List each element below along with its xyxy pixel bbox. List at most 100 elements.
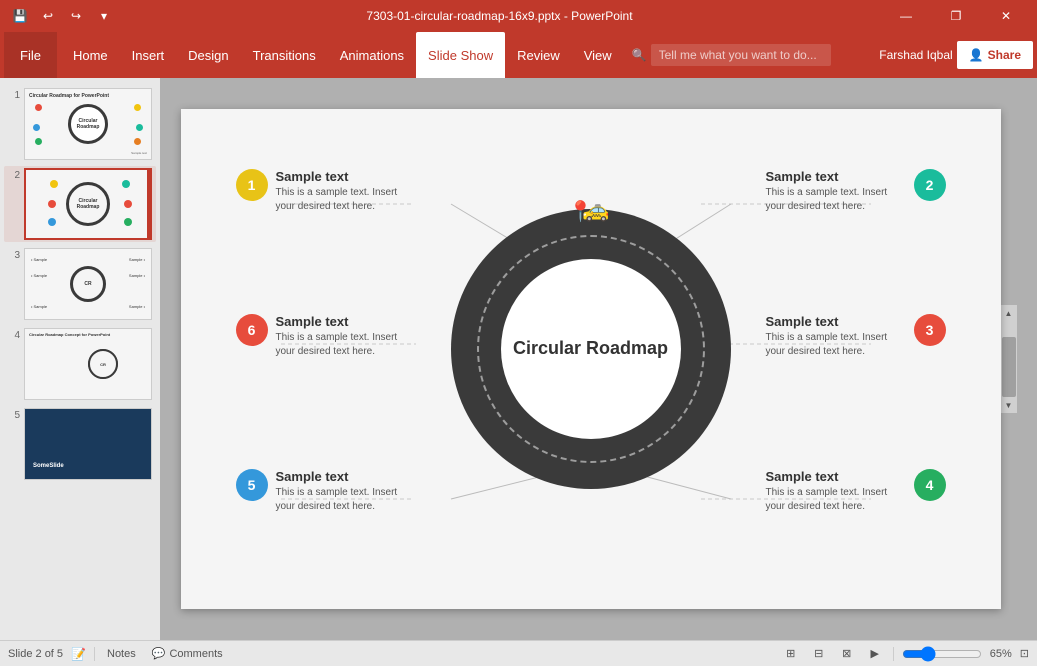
search-icon: 🔍 — [632, 48, 647, 62]
item-desc-2: This is a sample text. Insert your desir… — [766, 186, 906, 214]
slide-number-2: 2 — [6, 168, 20, 181]
customize-icon[interactable]: ▾ — [92, 4, 116, 28]
road-inner: Circular Roadmap — [501, 259, 681, 439]
restore-button[interactable]: ❐ — [933, 0, 979, 32]
slide-number-5: 5 — [6, 408, 20, 421]
scroll-down-button[interactable]: ▼ — [1001, 397, 1017, 413]
item-desc-1: This is a sample text. Insert your desir… — [276, 186, 416, 214]
item-desc-3: This is a sample text. Insert your desir… — [766, 331, 906, 359]
item-title-2: Sample text — [766, 169, 906, 184]
item-desc-6: This is a sample text. Insert your desir… — [276, 331, 416, 359]
item-text-1: Sample text This is a sample text. Inser… — [276, 169, 416, 214]
user-label: Farshad Iqbal — [879, 48, 952, 62]
status-left: Slide 2 of 5 📝 Notes 💬 Comments — [8, 645, 227, 662]
scroll-up-button[interactable]: ▲ — [1001, 305, 1017, 321]
scroll-bar-right: ▲ ▼ — [1001, 305, 1017, 413]
main-area: 1 Circular Roadmap for PowerPoint Circul… — [0, 78, 1037, 640]
fit-button[interactable]: ⊡ — [1020, 647, 1029, 660]
slide-thumbnail-4[interactable]: 4 Circular Roadmap Concept for PowerPoin… — [4, 326, 156, 402]
slide-number-4: 4 — [6, 328, 20, 341]
menu-design[interactable]: Design — [176, 32, 240, 78]
slide-img-2: CircularRoadmap — [24, 168, 152, 240]
menu-review[interactable]: Review — [505, 32, 572, 78]
status-right: ⊞ ⊟ ⊠ ▶ 65% ⊡ — [781, 645, 1029, 663]
road-outer: Circular Roadmap — [451, 209, 731, 489]
comments-icon: 💬 — [152, 647, 166, 660]
item-title-1: Sample text — [276, 169, 416, 184]
item-title-5: Sample text — [276, 469, 416, 484]
redo-icon[interactable]: ↪ — [64, 4, 88, 28]
comments-button[interactable]: 💬 Comments — [148, 645, 227, 662]
reading-view-button[interactable]: ⊠ — [837, 645, 857, 663]
slide-number-1: 1 — [6, 88, 20, 101]
slide-img-4: Circular Roadmap Concept for PowerPoint … — [24, 328, 152, 400]
slideshow-button[interactable]: ▶ — [865, 645, 885, 663]
close-button[interactable]: ✕ — [983, 0, 1029, 32]
slide-thumbnail-5[interactable]: 5 SomeSlide — [4, 406, 156, 482]
search-input[interactable] — [651, 44, 831, 66]
window-title: 7303-01-circular-roadmap-16x9.pptx - Pow… — [116, 9, 883, 23]
slide-number-3: 3 — [6, 248, 20, 261]
item-desc-4: This is a sample text. Insert your desir… — [766, 486, 906, 514]
slide-thumbnail-1[interactable]: 1 Circular Roadmap for PowerPoint Circul… — [4, 86, 156, 162]
menu-insert[interactable]: Insert — [120, 32, 177, 78]
save-icon[interactable]: 💾 — [8, 4, 32, 28]
quick-access: 💾 ↩ ↪ ▾ — [8, 4, 116, 28]
share-icon: 👤 — [969, 48, 984, 62]
slide-title: Circular Roadmap — [513, 337, 668, 360]
menu-search-area: 🔍 — [632, 44, 872, 66]
comments-label: Comments — [169, 648, 222, 660]
slide-panel: 1 Circular Roadmap for PowerPoint Circul… — [0, 78, 160, 640]
menu-bar: File Home Insert Design Transitions Anim… — [0, 32, 1037, 78]
item-badge-2: 2 — [914, 169, 946, 201]
status-divider-1 — [94, 647, 95, 661]
item-text-2: Sample text This is a sample text. Inser… — [766, 169, 906, 214]
normal-view-button[interactable]: ⊞ — [781, 645, 801, 663]
notes-label: Notes — [107, 648, 136, 660]
slide-canvas[interactable]: Circular Roadmap 📍 🚕 1 Sample text — [181, 109, 1001, 609]
window-controls: — ❐ ✕ — [883, 0, 1029, 32]
menu-animations[interactable]: Animations — [328, 32, 416, 78]
slide-img-1: Circular Roadmap for PowerPoint Circular… — [24, 88, 152, 160]
zoom-level: 65% — [990, 648, 1012, 660]
title-bar-left: 💾 ↩ ↪ ▾ — [8, 4, 116, 28]
slide-content: Circular Roadmap 📍 🚕 1 Sample text — [181, 109, 1001, 609]
slide-item-6: 6 Sample text This is a sample text. Ins… — [236, 314, 416, 359]
item-text-3: Sample text This is a sample text. Inser… — [766, 314, 906, 359]
menu-file[interactable]: File — [4, 32, 57, 78]
zoom-slider[interactable] — [902, 646, 982, 662]
item-badge-1: 1 — [236, 169, 268, 201]
status-bar: Slide 2 of 5 📝 Notes 💬 Comments ⊞ ⊟ ⊠ ▶ … — [0, 640, 1037, 666]
status-divider-2 — [893, 647, 894, 661]
notes-button[interactable]: Notes — [103, 646, 140, 662]
item-title-4: Sample text — [766, 469, 906, 484]
notes-icon: 📝 — [71, 647, 86, 661]
car-icon: 🚕 — [582, 197, 609, 223]
item-badge-6: 6 — [236, 314, 268, 346]
menu-slideshow[interactable]: Slide Show — [416, 32, 505, 78]
item-text-5: Sample text This is a sample text. Inser… — [276, 469, 416, 514]
slide-info: Slide 2 of 5 — [8, 648, 63, 660]
scroll-thumb[interactable] — [1002, 337, 1016, 397]
menu-home[interactable]: Home — [61, 32, 120, 78]
slide-item-1: 1 Sample text This is a sample text. Ins… — [236, 169, 416, 214]
minimize-button[interactable]: — — [883, 0, 929, 32]
slide-img-3: CR • Sample • Sample • Sample Sample • S… — [24, 248, 152, 320]
slide-item-3: 3 Sample text This is a sample text. Ins… — [766, 314, 946, 359]
menu-view[interactable]: View — [572, 32, 624, 78]
canvas-area: Circular Roadmap 📍 🚕 1 Sample text — [160, 78, 1037, 640]
undo-icon[interactable]: ↩ — [36, 4, 60, 28]
title-bar: 💾 ↩ ↪ ▾ 7303-01-circular-roadmap-16x9.pp… — [0, 0, 1037, 32]
item-title-3: Sample text — [766, 314, 906, 329]
road-container: Circular Roadmap 📍 🚕 — [451, 209, 731, 489]
item-text-6: Sample text This is a sample text. Inser… — [276, 314, 416, 359]
item-badge-4: 4 — [914, 469, 946, 501]
slide-thumbnail-2[interactable]: 2 CircularRoadmap — [4, 166, 156, 242]
menu-transitions[interactable]: Transitions — [241, 32, 328, 78]
slide-img-5: SomeSlide — [24, 408, 152, 480]
slide-item-4: 4 Sample text This is a sample text. Ins… — [766, 469, 946, 514]
slide-thumbnail-3[interactable]: 3 CR • Sample • Sample • Sample Sample •… — [4, 246, 156, 322]
item-desc-5: This is a sample text. Insert your desir… — [276, 486, 416, 514]
slide-sorter-button[interactable]: ⊟ — [809, 645, 829, 663]
share-button[interactable]: 👤 Share — [957, 41, 1033, 69]
